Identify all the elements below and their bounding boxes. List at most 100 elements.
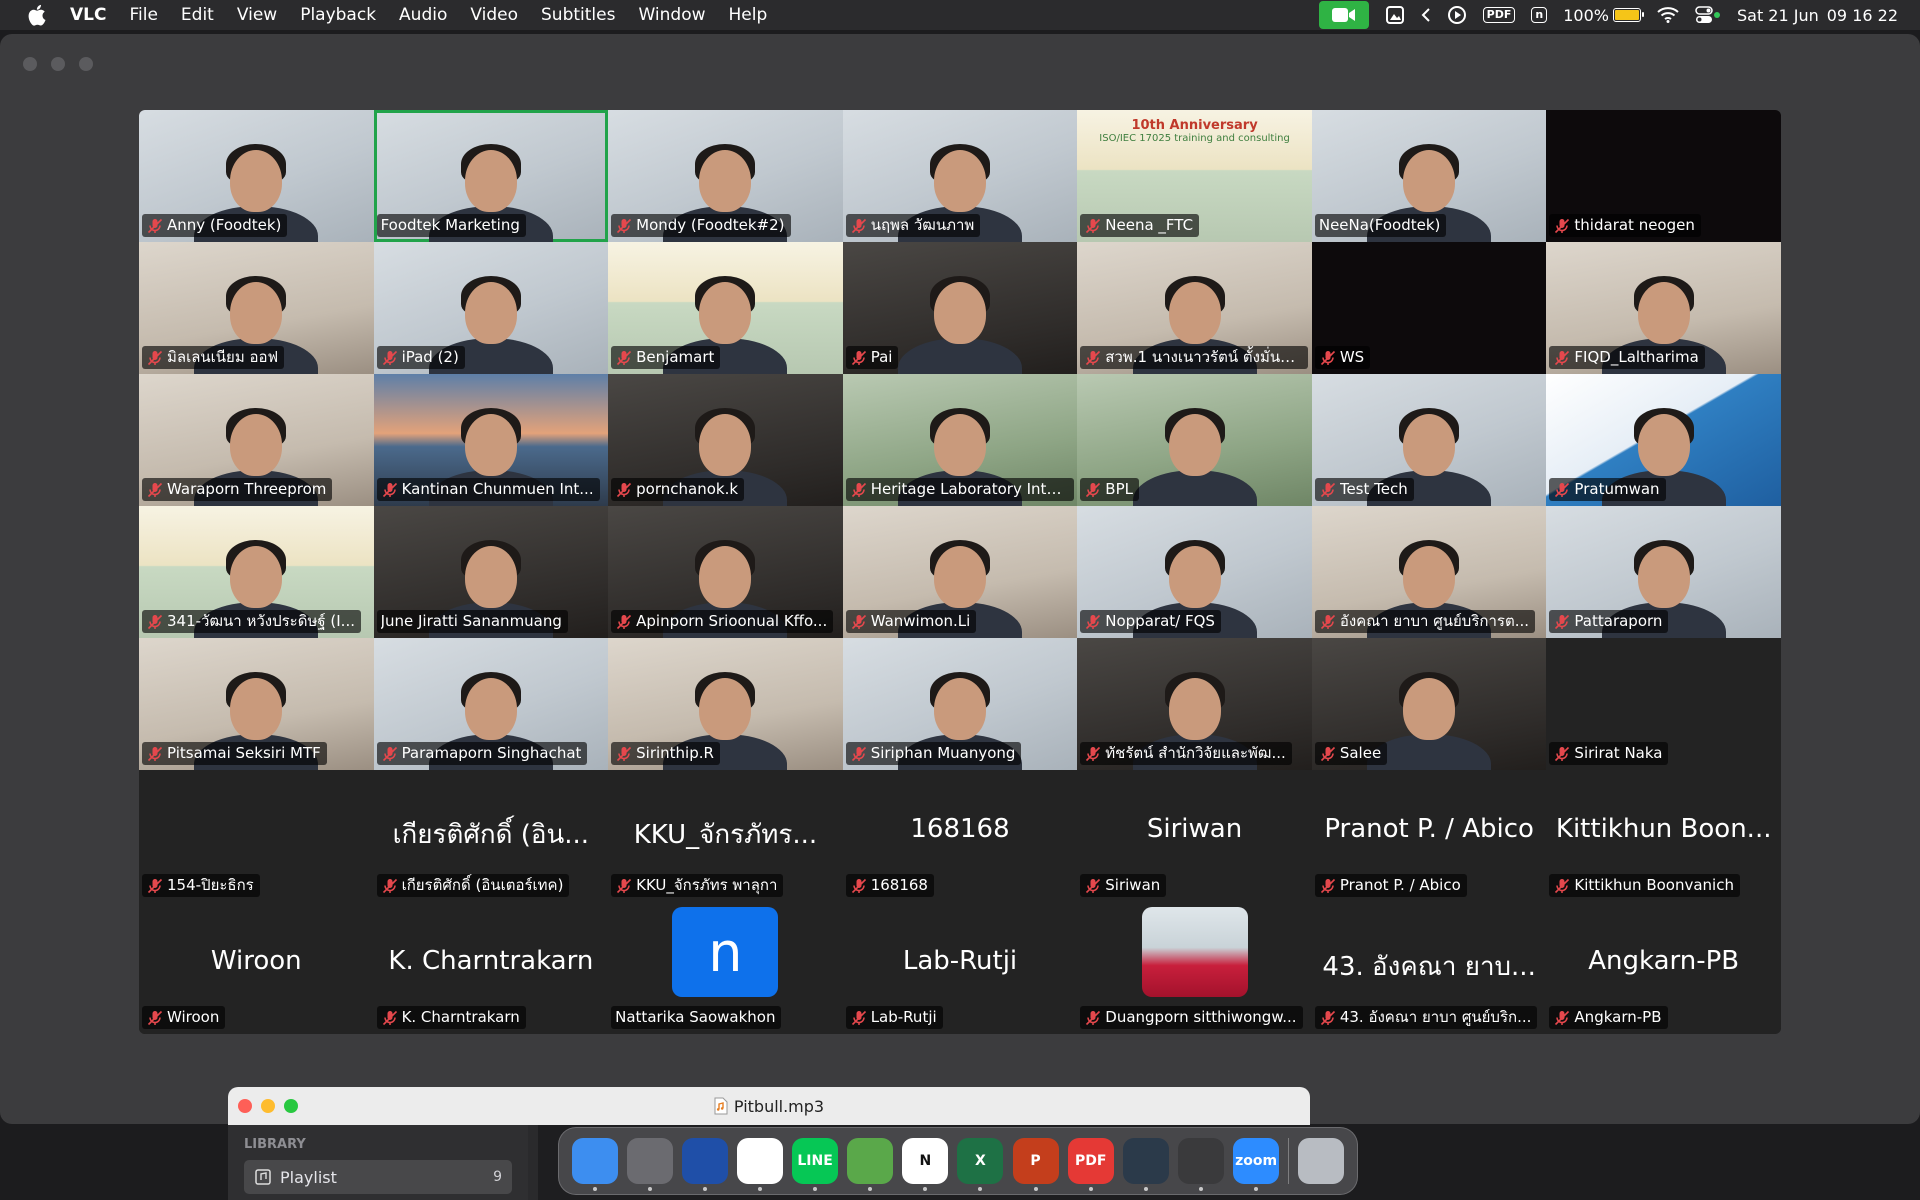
participant-tile[interactable]: Wiroon Wiroon: [139, 902, 374, 1034]
minimize-button[interactable]: [51, 57, 65, 71]
menu-view[interactable]: View: [237, 5, 277, 25]
participant-tile[interactable]: Pitsamai Seksiri MTF: [139, 638, 374, 770]
participant-tile[interactable]: FIQD_Laltharima: [1546, 242, 1781, 374]
zoom-button[interactable]: [79, 57, 93, 71]
sidebar-item-playlist[interactable]: Playlist 9: [244, 1160, 512, 1194]
app-menu-vlc[interactable]: VLC: [70, 5, 106, 25]
participant-tile[interactable]: Angkarn-PB Angkarn-PB: [1546, 902, 1781, 1034]
participant-tile[interactable]: K. Charntrakarn K. Charntrakarn: [373, 902, 609, 1034]
participant-tile[interactable]: Kantinan Chunmuen Int...: [373, 374, 609, 506]
participant-tile[interactable]: Mondy (Foodtek#2): [608, 110, 843, 242]
participant-tile[interactable]: ทัชรัตน์ สำนักวิจัยและพัฒ...: [1077, 638, 1312, 770]
participant-tile[interactable]: June Jiratti Sananmuang: [373, 506, 609, 638]
participant-nameplate: Kantinan Chunmuen Int...: [376, 478, 600, 501]
notion-icon[interactable]: N: [902, 1138, 949, 1191]
participant-tile[interactable]: BPL: [1077, 374, 1312, 506]
close-button[interactable]: [23, 57, 37, 71]
mic-muted-icon: [850, 1009, 868, 1027]
participant-tile[interactable]: thidarat neogen: [1546, 110, 1781, 242]
vlc-icon[interactable]: [1177, 1138, 1224, 1191]
participant-tile[interactable]: Duangporn sitthiwongw...: [1077, 902, 1312, 1034]
participant-tile[interactable]: อังคณา ยาบา ศูนย์บริการต...: [1311, 506, 1547, 638]
participant-tile[interactable]: 168168 168168: [842, 770, 1078, 902]
participant-tile[interactable]: นฤพล วัฒนภาพ: [842, 110, 1078, 242]
participant-tile[interactable]: WS: [1311, 242, 1547, 374]
menu-video[interactable]: Video: [470, 5, 518, 25]
menu-audio[interactable]: Audio: [399, 5, 447, 25]
participant-tile[interactable]: Test Tech: [1311, 374, 1547, 506]
finder-icon[interactable]: [571, 1138, 618, 1191]
participant-tile[interactable]: Nopparat/ FQS: [1077, 506, 1312, 638]
menu-playback[interactable]: Playback: [300, 5, 376, 25]
excel-icon[interactable]: X: [957, 1138, 1004, 1191]
control-center-icon[interactable]: [1695, 0, 1721, 30]
menubar-time[interactable]: 09 16 22: [1827, 0, 1898, 30]
participant-tile[interactable]: KKU_จักรภัทร... KKU_จักรภัทร พาลุกา: [608, 770, 843, 902]
wifi-icon[interactable]: [1657, 0, 1679, 30]
playlist-minimize-button[interactable]: [261, 1099, 275, 1113]
chrome-icon[interactable]: [736, 1138, 783, 1191]
line-icon[interactable]: LINE: [792, 1138, 839, 1191]
participant-tile[interactable]: สวพ.1 นางเนาวรัตน์ ตั้งมั่นค...: [1077, 242, 1312, 374]
participant-tile[interactable]: Foodtek Marketing: [373, 110, 609, 242]
menu-edit[interactable]: Edit: [181, 5, 214, 25]
participant-nameplate: Sirirat Naka: [1549, 742, 1669, 765]
n-menu-icon[interactable]: n: [1531, 0, 1548, 30]
participant-tile[interactable]: NeeNa(Foodtek): [1311, 110, 1547, 242]
menu-help[interactable]: Help: [729, 5, 768, 25]
battery-indicator[interactable]: 100%: [1563, 0, 1644, 30]
participant-tile[interactable]: Heritage Laboratory Inte...: [842, 374, 1078, 506]
participant-tile[interactable]: pornchanok.k: [608, 374, 843, 506]
zoom-icon[interactable]: zoom: [1233, 1138, 1280, 1191]
playlist-titlebar[interactable]: Pitbull.mp3: [228, 1087, 1310, 1125]
playlist-close-button[interactable]: [238, 1099, 252, 1113]
participant-tile[interactable]: Kittikhun Boon... Kittikhun Boonvanich: [1546, 770, 1781, 902]
participant-tile[interactable]: Siriwan Siriwan: [1077, 770, 1312, 902]
participant-tile[interactable]: Pratumwan: [1546, 374, 1781, 506]
firefox-icon[interactable]: [681, 1138, 728, 1191]
pdf-expert-icon[interactable]: PDF: [1067, 1138, 1114, 1191]
participant-name: Benjamart: [636, 348, 715, 366]
quicktime-icon[interactable]: [1122, 1138, 1169, 1191]
participant-tile[interactable]: Paramaporn Singhachat: [373, 638, 609, 770]
participant-tile[interactable]: Lab-Rutji Lab-Rutji: [842, 902, 1078, 1034]
participant-tile[interactable]: Pranot P. / Abico Pranot P. / Abico: [1311, 770, 1547, 902]
participant-tile[interactable]: Waraporn Threeprom: [139, 374, 374, 506]
participant-tile[interactable]: Sirirat Naka: [1546, 638, 1781, 770]
participant-tile[interactable]: Sirinthip.R: [608, 638, 843, 770]
participant-tile[interactable]: มิลเลนเนียม ออฟ: [139, 242, 374, 374]
mic-muted-icon: [1084, 745, 1102, 763]
trash-icon[interactable]: [1298, 1138, 1345, 1184]
play-circle-icon[interactable]: [1447, 0, 1467, 30]
powerpoint-icon[interactable]: P: [1012, 1138, 1059, 1191]
menu-file[interactable]: File: [129, 5, 157, 25]
participant-tile[interactable]: 10th Anniversary ISO/IEC 17025 training a…: [1077, 110, 1312, 242]
participant-tile[interactable]: 154-ปิยะธิกร: [139, 770, 374, 902]
menubar-date[interactable]: Sat 21 Jun: [1737, 0, 1819, 30]
participant-tile[interactable]: 43. อังคณา ยาบ... 43. อังคณา ยาบา ศูนย์บร…: [1311, 902, 1547, 1034]
screenshot-tool-icon[interactable]: [1385, 0, 1405, 30]
participant-tile[interactable]: Benjamart: [608, 242, 843, 374]
playlist-zoom-button[interactable]: [284, 1099, 298, 1113]
participant-nameplate: Apinporn Srioonual Kffo...: [611, 610, 834, 633]
participant-tile[interactable]: Pai: [842, 242, 1078, 374]
participant-tile[interactable]: Salee: [1311, 638, 1547, 770]
pdf-menu-icon[interactable]: PDF: [1482, 0, 1516, 30]
menu-subtitles[interactable]: Subtitles: [541, 5, 615, 25]
participant-tile[interactable]: Wanwimon.Li: [842, 506, 1078, 638]
apple-logo-icon[interactable]: [26, 4, 48, 26]
chevron-left-icon[interactable]: [1421, 0, 1431, 30]
participant-tile[interactable]: Siriphan Muanyong: [842, 638, 1078, 770]
participant-tile[interactable]: Pattaraporn: [1546, 506, 1781, 638]
menu-window[interactable]: Window: [638, 5, 705, 25]
participant-name: Lab-Rutji: [870, 1008, 937, 1026]
launchpad-icon[interactable]: [626, 1138, 673, 1191]
camera-in-use-icon[interactable]: [1318, 1, 1369, 29]
participant-tile[interactable]: Apinporn Srioonual Kffo...: [608, 506, 843, 638]
participant-tile[interactable]: เกียรติศักดิ์ (อิน... เกียรติศักดิ์ (อินเ…: [373, 770, 609, 902]
pencil-icon[interactable]: [847, 1138, 894, 1191]
participant-tile[interactable]: 341-วัฒนา หวังประดิษฐ์ (I...: [139, 506, 374, 638]
participant-tile[interactable]: Anny (Foodtek): [139, 110, 374, 242]
participant-tile[interactable]: iPad (2): [373, 242, 609, 374]
participant-tile[interactable]: n Nattarika Saowakhon: [608, 902, 843, 1034]
